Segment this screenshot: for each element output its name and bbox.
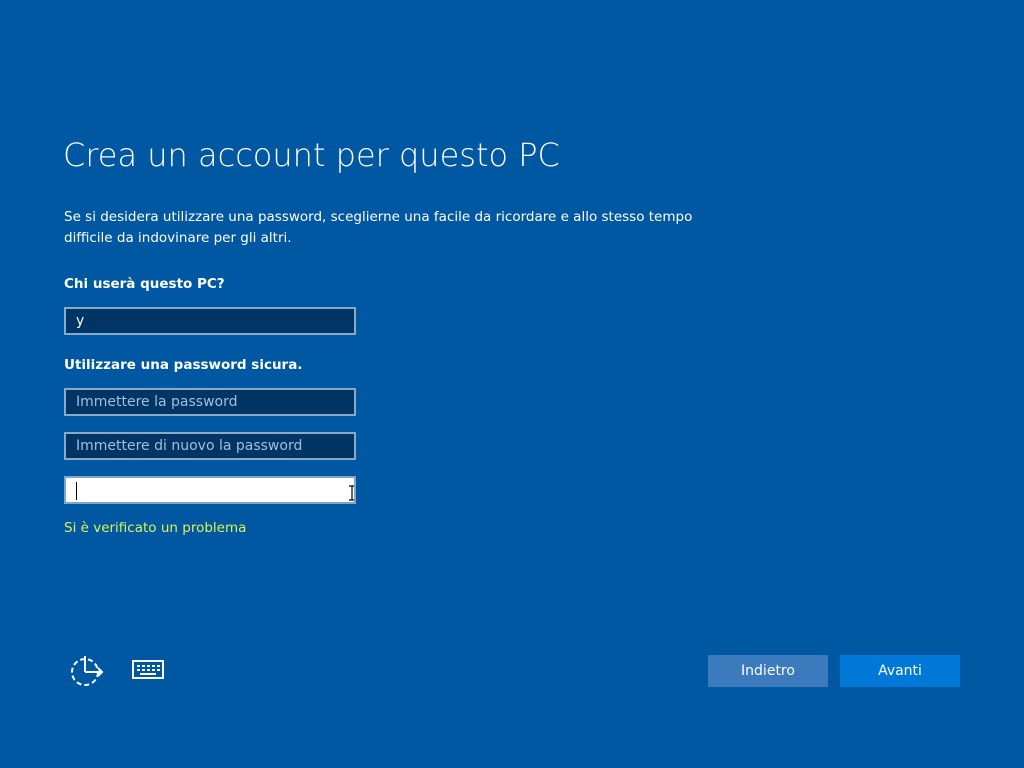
text-caret xyxy=(76,482,77,500)
confirm-password-placeholder: Immettere di nuovo la password xyxy=(76,438,303,454)
back-button-label: Indietro xyxy=(741,663,795,679)
username-value: y xyxy=(76,313,85,329)
password-hint-input[interactable] xyxy=(64,476,356,504)
password-label: Utilizzare una password sicura. xyxy=(64,357,303,373)
password-input[interactable]: Immettere la password xyxy=(64,388,356,416)
next-button[interactable]: Avanti xyxy=(840,655,960,687)
next-button-label: Avanti xyxy=(878,663,922,679)
error-message[interactable]: Si è verificato un problema xyxy=(64,520,246,536)
page-title: Crea un account per questo PC xyxy=(63,136,560,174)
back-button[interactable]: Indietro xyxy=(708,655,828,687)
oobe-create-account-screen: Crea un account per questo PC Se si desi… xyxy=(0,0,1024,768)
password-placeholder: Immettere la password xyxy=(76,394,238,410)
username-label: Chi userà questo PC? xyxy=(64,276,225,292)
ease-of-access-icon[interactable] xyxy=(69,653,105,689)
confirm-password-input[interactable]: Immettere di nuovo la password xyxy=(64,432,356,460)
keyboard-icon[interactable] xyxy=(130,652,166,688)
username-input[interactable]: y xyxy=(64,307,356,335)
ibeam-cursor-icon xyxy=(349,485,354,501)
page-description: Se si desidera utilizzare una password, … xyxy=(64,209,693,246)
